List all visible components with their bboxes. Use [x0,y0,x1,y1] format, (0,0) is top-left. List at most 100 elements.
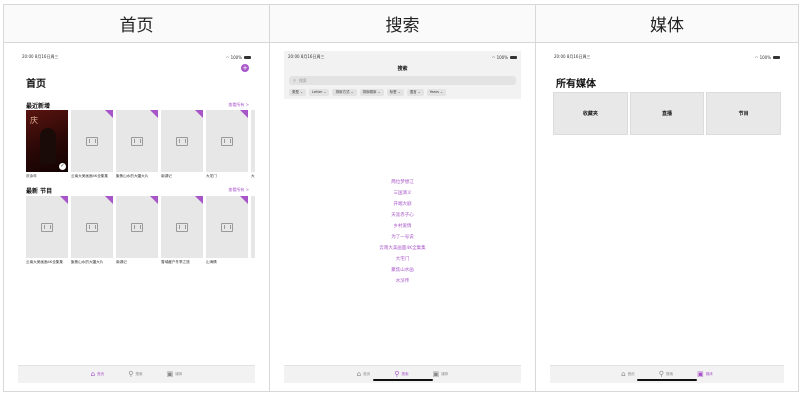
tab-bar: ⌂ 首页 ⚲ 搜索 ▣ 媒体 [550,365,784,383]
wifi-icon: ◠ [754,54,759,60]
film-icon [221,137,233,146]
tab-home[interactable]: ⌂ 首页 [91,371,105,378]
filter-chip[interactable]: 排序顺序 ⌄ [359,89,384,96]
media-card[interactable]: 山海情 [206,196,248,265]
thumbnail-placeholder [116,110,158,172]
tab-label: 媒体 [441,372,449,376]
status-time: 20:00 [288,54,300,59]
library-card-favorites[interactable]: 收藏夹 [553,92,628,135]
tab-bar: ⌂ 首页 ⚲ 搜索 ▣ 媒体 [284,365,521,383]
recent-section-title: 最近新增 [26,103,51,110]
filter-chip[interactable]: 标签 ⌄ [386,89,404,96]
media-box-icon: ▣ [697,370,704,378]
filter-chip[interactable]: Letter ⌄ [309,89,330,96]
film-icon [86,137,98,146]
search-placeholder: 搜索 [298,77,307,83]
film-icon [41,223,53,232]
tab-home[interactable]: ⌂ 首页 [357,371,371,378]
suggestion-link[interactable]: 大宅门 [396,257,410,262]
film-icon [131,137,143,146]
media-screen: 20:00 8月16日周三 ◠ 100% 所有媒体 收藏夹 直播 节目 ⌂ 首页 … [550,51,784,383]
search-panel: 搜索 20:00 8月16日周三 ◠ 100% 搜索 ⚲ 搜索 类型 ⌄ Let… [269,4,536,392]
suggestion-link[interactable]: 为了一号说 [391,235,414,240]
tab-label: 搜索 [665,372,674,376]
home-panel: 首页 20:00 8月16日周三 ◠ 100% + 首页 最近新增 查看所有 >… [3,4,270,392]
status-bar: 20:00 8月16日周三 ◠ 100% [22,54,251,60]
thumbnail-placeholder [206,196,248,258]
search-input[interactable]: ⚲ 搜索 [289,76,516,85]
media-card[interactable]: 云南大美画面4K全集集 [71,110,113,179]
tab-media[interactable]: ▣ 媒体 [167,371,183,378]
media-card[interactable]: 大宅门 [206,110,248,179]
film-icon [221,223,233,232]
suggestion-link[interactable]: 云南大美画面4K全集集 [379,246,425,251]
filter-chip[interactable]: 语言 ⌄ [406,89,424,96]
media-panel: 媒体 20:00 8月16日周三 ◠ 100% 所有媒体 收藏夹 直播 节目 ⌂… [535,4,799,392]
suggestion-link[interactable]: 开端大剧 [394,202,412,207]
filter-chip[interactable]: Years ⌄ [426,89,446,96]
unwatched-corner-icon [105,196,113,204]
tab-search[interactable]: ⚲ 搜索 [659,371,673,378]
card-caption: 山海情 [206,260,217,264]
suggestion-link[interactable]: 水浒传 [396,279,410,284]
tab-label: 媒体 [175,372,183,376]
media-card[interactable]: 雪域藏户冬季之旅 [161,196,203,265]
suggestion-link[interactable]: 天涯赤子心 [391,213,414,218]
media-card[interactable]: 聚焦山水的大疆大片 [116,110,158,179]
tab-search[interactable]: ⚲ 搜索 [128,371,142,378]
house-icon: ⌂ [621,370,626,378]
card-caption: 大宅门 [206,174,217,178]
media-card[interactable]: 南湖记 [161,110,203,179]
status-date: 8月16日周三 [566,54,591,59]
card-caption: 南湖记 [116,260,127,264]
status-date: 8月16日周三 [300,54,325,59]
film-icon [131,223,143,232]
search-screen: 20:00 8月16日周三 ◠ 100% 搜索 ⚲ 搜索 类型 ⌄ Letter… [284,51,521,383]
magnifier-icon: ⚲ [658,370,664,378]
suggestion-link[interactable]: 两位梦想江 [391,180,414,185]
media-card[interactable] [251,196,255,265]
suggestion-link[interactable]: 乡村爱情 [394,224,412,229]
thumbnail-placeholder [251,196,255,258]
thumbnail-placeholder [116,196,158,258]
library-card-shows[interactable]: 节目 [706,92,782,135]
home-panel-header: 首页 [4,5,269,43]
media-card[interactable]: 聚焦山水的大疆大片 [71,196,113,265]
tab-media[interactable]: ▣ 媒体 [697,371,713,378]
recent-row: 庆 ✓ 庆余年 云南大美画面4K全集集 聚焦山水的大疆大片 南湖记 大宅门 大 [26,110,255,179]
unwatched-corner-icon [195,110,203,118]
tab-label: 首页 [363,372,371,376]
media-card[interactable]: 大 [251,110,255,179]
card-caption: 云南大美画面4K全集集 [26,260,63,264]
recent-see-all-link[interactable]: 查看所有 > [228,102,249,108]
media-card[interactable]: 南湖记 [116,196,158,265]
wifi-icon: ◠ [491,54,496,60]
filter-chip[interactable]: 排序方式 ⌄ [332,89,357,96]
battery-percent: 100% [759,54,771,60]
media-card[interactable]: 庆 ✓ 庆余年 [26,110,68,179]
tab-search[interactable]: ⚲ 搜索 [394,371,408,378]
media-card[interactable]: 云南大美画面4K全集集 [26,196,68,265]
checkmark-icon: ✓ [59,163,66,170]
newest-see-all-link[interactable]: 查看所有 > [228,187,249,193]
add-button[interactable]: + [241,64,249,72]
status-bar: 20:00 8月16日周三 ◠ 100% [554,54,780,60]
card-caption: 大 [251,174,255,178]
home-screen: 20:00 8月16日周三 ◠ 100% + 首页 最近新增 查看所有 > 庆 … [18,51,255,383]
unwatched-corner-icon [150,110,158,118]
tab-home[interactable]: ⌂ 首页 [621,371,635,378]
tab-media[interactable]: ▣ 媒体 [433,371,449,378]
suggestion-link[interactable]: 三国演义 [394,191,412,196]
unwatched-corner-icon [195,196,203,204]
poster-artwork: 庆 [30,116,38,125]
card-caption: 雪域藏户冬季之旅 [161,260,190,264]
card-caption: 聚焦山水的大疆大片 [71,260,104,264]
library-card-live[interactable]: 直播 [629,92,705,135]
home-indicator [637,379,697,381]
battery-icon [244,56,251,59]
thumbnail-placeholder [71,110,113,172]
unwatched-corner-icon [240,196,248,204]
suggestion-link[interactable]: 聚焦山水画 [391,268,414,273]
filter-chip[interactable]: 类型 ⌄ [289,89,307,96]
status-time: 20:00 [22,54,34,59]
